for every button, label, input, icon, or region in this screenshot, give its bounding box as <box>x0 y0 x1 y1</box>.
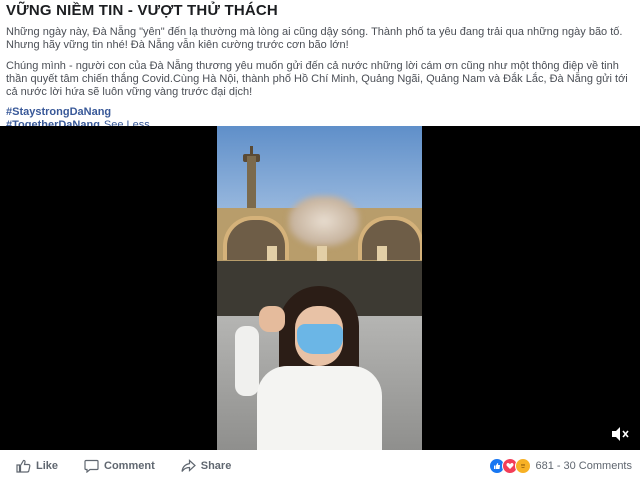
like-label: Like <box>36 460 59 472</box>
comment-label: Comment <box>104 460 155 472</box>
face-mask <box>297 324 343 354</box>
separator: - <box>556 460 561 472</box>
person <box>257 366 382 450</box>
volume-muted-icon[interactable] <box>610 426 630 442</box>
comment-icon <box>84 459 99 473</box>
reactions-summary[interactable]: 681 - 30 Comments <box>489 458 632 474</box>
post-paragraph-1: Những ngày này, Đà Nẵng "yên" đến lạ thư… <box>6 26 623 51</box>
hashtag-link[interactable]: #StaystrongDaNang <box>6 106 111 118</box>
action-bar: Like Comment Share 681 - 30 Comments <box>0 452 640 480</box>
comments-count-link[interactable]: 30 Comments <box>564 460 632 472</box>
share-label: Share <box>200 460 232 472</box>
video-frame[interactable] <box>217 126 422 450</box>
post-title: VỮNG NIỀM TIN - VƯỢT THỬ THÁCH <box>6 2 278 19</box>
facebook-post: VỮNG NIỀM TIN - VƯỢT THỬ THÁCH Những ngà… <box>0 0 640 480</box>
post-paragraph-2: Chúng mình - người con của Đà Nẵng thươn… <box>6 60 628 98</box>
care-reaction-icon <box>515 458 532 474</box>
video-player[interactable] <box>0 126 640 450</box>
comment-button[interactable]: Comment <box>84 456 155 476</box>
blurred-sign <box>289 196 359 246</box>
like-button[interactable]: Like <box>16 456 58 476</box>
share-icon <box>181 459 196 472</box>
reaction-count: 681 <box>535 460 554 472</box>
share-button[interactable]: Share <box>181 456 232 476</box>
thumbs-up-icon <box>16 459 31 473</box>
post-text: VỮNG NIỀM TIN - VƯỢT THỬ THÁCH Những ngà… <box>6 0 634 132</box>
